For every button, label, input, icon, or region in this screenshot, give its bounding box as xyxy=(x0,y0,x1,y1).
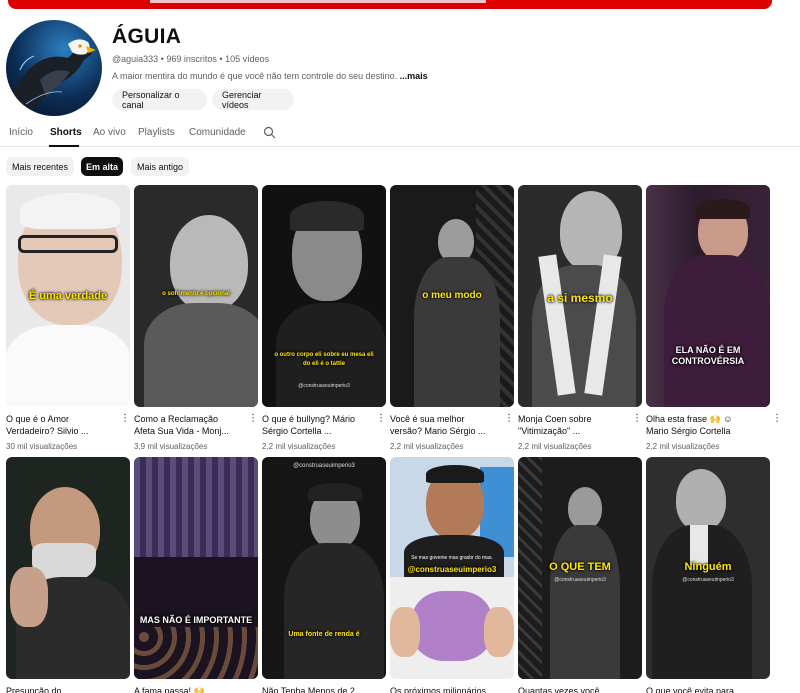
short-title[interactable]: Quantas vezes você xyxy=(518,685,628,693)
watermark: @construaseuimperio3 xyxy=(293,463,355,469)
channel-description[interactable]: A maior mentira do mundo é que você não … xyxy=(112,71,428,81)
short-caption: O QUE TEM xyxy=(549,561,611,573)
view-count: 2,2 mil visualizações xyxy=(262,442,336,451)
short-card[interactable]: o outro corpo eli sobre eu mesa eli do e… xyxy=(262,185,386,451)
short-title[interactable]: Como a Reclamação Afeta Sua Vida - Monj..… xyxy=(134,413,244,437)
active-tab-indicator xyxy=(49,145,79,147)
view-count: 2,2 mil visualizações xyxy=(390,442,464,451)
watermark: @construaseuimperio3 xyxy=(682,577,734,583)
tab-playlists[interactable]: Playlists xyxy=(138,127,175,138)
short-thumbnail[interactable]: MAS NÃO É IMPORTANTE xyxy=(134,457,258,679)
short-card[interactable]: Ninguém @construaseuimperio3 O que você … xyxy=(646,457,770,693)
short-card[interactable]: Presunção do xyxy=(6,457,130,693)
watermark: @construaseuimperio3 xyxy=(298,383,350,389)
short-title[interactable]: O que é o Amor Verdadeiro? Silvio ... xyxy=(6,413,116,437)
channel-name: ÁGUIA xyxy=(112,25,182,48)
short-title[interactable]: Monja Coen sobre "Vitimização" ... xyxy=(518,413,628,437)
short-caption: a si mesmo xyxy=(547,291,613,305)
filter-oldest[interactable]: Mais antigo xyxy=(131,157,189,176)
short-card[interactable]: a si mesmo Monja Coen sobre "Vitimização"… xyxy=(518,185,642,451)
short-title[interactable]: O que é bullyng? Mário Sérgio Cortella ..… xyxy=(262,413,372,437)
channel-meta: @aguia333 • 969 inscritos • 105 vídeos xyxy=(112,54,269,64)
tab-ao-vivo[interactable]: Ao vivo xyxy=(93,127,126,138)
more-options-icon[interactable]: ⋮ xyxy=(772,413,782,424)
more-options-icon[interactable]: ⋮ xyxy=(376,413,386,424)
more-link[interactable]: ...mais xyxy=(400,71,428,81)
tab-shorts[interactable]: Shorts xyxy=(50,127,82,138)
view-count: 30 mil visualizações xyxy=(6,442,78,451)
short-thumbnail[interactable]: Se mas goveme mas grasbr do mas. @constr… xyxy=(390,457,514,679)
short-title[interactable]: O que você evita para xyxy=(646,685,756,693)
channel-handle: @aguia333 xyxy=(112,54,159,64)
more-options-icon[interactable]: ⋮ xyxy=(504,413,514,424)
view-count: 2,2 mil visualizações xyxy=(646,442,720,451)
manage-videos-button[interactable]: Gerenciar vídeos xyxy=(212,89,294,110)
eagle-icon xyxy=(14,39,96,110)
more-options-icon[interactable]: ⋮ xyxy=(248,413,258,424)
caption-subtext: Se mas goveme mas grasbr do mas. xyxy=(411,555,493,561)
short-caption: o outro corpo eli sobre eu mesa eli do e… xyxy=(274,352,374,367)
description-text: A maior mentira do mundo é que você não … xyxy=(112,71,400,81)
channel-tabs: Início Shorts Ao vivo Playlists Comunida… xyxy=(0,120,800,147)
short-caption: o meu modo xyxy=(422,290,482,301)
filter-recent[interactable]: Mais recentes xyxy=(6,157,74,176)
more-options-icon[interactable]: ⋮ xyxy=(632,413,642,424)
short-thumbnail[interactable]: o outro corpo eli sobre eu mesa eli do e… xyxy=(262,185,386,407)
view-count: 2,2 mil visualizações xyxy=(518,442,592,451)
short-card[interactable]: O QUE TEM @construaseuimperio3 Quantas v… xyxy=(518,457,642,693)
filter-trending[interactable]: Em alta xyxy=(81,157,123,176)
short-caption: É uma verdade xyxy=(28,290,108,302)
short-thumbnail[interactable]: O QUE TEM @construaseuimperio3 xyxy=(518,457,642,679)
short-card[interactable]: MAS NÃO É IMPORTANTE A fama passa! 🙌 xyxy=(134,457,258,693)
short-thumbnail[interactable]: a si mesmo xyxy=(518,185,642,407)
short-title[interactable]: Presunção do xyxy=(6,685,116,693)
view-count: 3,9 mil visualizações xyxy=(134,442,208,451)
short-thumbnail[interactable]: É uma verdade xyxy=(6,185,130,407)
short-caption: Ninguém xyxy=(684,561,732,573)
short-thumbnail[interactable]: o meu modo xyxy=(390,185,514,407)
short-card[interactable]: @construaseuimperio3 Uma fonte de renda … xyxy=(262,457,386,693)
short-card[interactable]: o sofrimento é opcional Como a Reclamaçã… xyxy=(134,185,258,451)
short-card[interactable]: É uma verdade O que é o Amor Verdadeiro? … xyxy=(6,185,130,451)
customize-channel-button[interactable]: Personalizar o canal xyxy=(112,89,207,110)
tab-inicio[interactable]: Início xyxy=(9,127,33,138)
short-caption: ELA NÃO É EM CONTROVÉRSIA xyxy=(671,345,745,366)
short-caption: Uma fonte de renda é xyxy=(288,631,360,638)
short-card[interactable]: Se mas goveme mas grasbr do mas. @constr… xyxy=(390,457,514,693)
short-title[interactable]: Não Tenha Menos de 2 xyxy=(262,685,372,693)
short-card[interactable]: o meu modo Você é sua melhor versão? Mari… xyxy=(390,185,514,451)
channel-banner-edge xyxy=(8,0,772,9)
short-title[interactable]: Olha esta frase 🙌 ☺ Mario Sérgio Cortella xyxy=(646,413,756,437)
short-thumbnail[interactable]: o sofrimento é opcional xyxy=(134,185,258,407)
subscriber-count: 969 inscritos xyxy=(166,54,217,64)
short-title[interactable]: A fama passa! 🙌 xyxy=(134,685,244,693)
channel-avatar[interactable] xyxy=(6,20,102,116)
search-icon[interactable] xyxy=(263,126,276,144)
tab-comunidade[interactable]: Comunidade xyxy=(189,127,246,138)
short-card[interactable]: ELA NÃO É EM CONTROVÉRSIA Olha esta fras… xyxy=(646,185,782,451)
meta-separator: • xyxy=(160,54,164,64)
short-thumbnail[interactable]: Ninguém @construaseuimperio3 xyxy=(646,457,770,679)
short-caption: o sofrimento é opcional xyxy=(162,291,230,297)
meta-separator: • xyxy=(219,54,223,64)
short-title[interactable]: Os próximos milionários xyxy=(390,685,500,693)
short-caption: MAS NÃO É IMPORTANTE xyxy=(139,615,253,625)
short-thumbnail[interactable]: @construaseuimperio3 Uma fonte de renda … xyxy=(262,457,386,679)
more-options-icon[interactable]: ⋮ xyxy=(120,413,130,424)
short-caption: @construaseuimperio3 xyxy=(407,565,497,574)
short-thumbnail[interactable] xyxy=(6,457,130,679)
watermark: @construaseuimperio3 xyxy=(554,577,606,583)
short-title[interactable]: Você é sua melhor versão? Mario Sérgio ..… xyxy=(390,413,500,437)
video-count: 105 vídeos xyxy=(225,54,270,64)
short-thumbnail[interactable]: ELA NÃO É EM CONTROVÉRSIA xyxy=(646,185,770,407)
